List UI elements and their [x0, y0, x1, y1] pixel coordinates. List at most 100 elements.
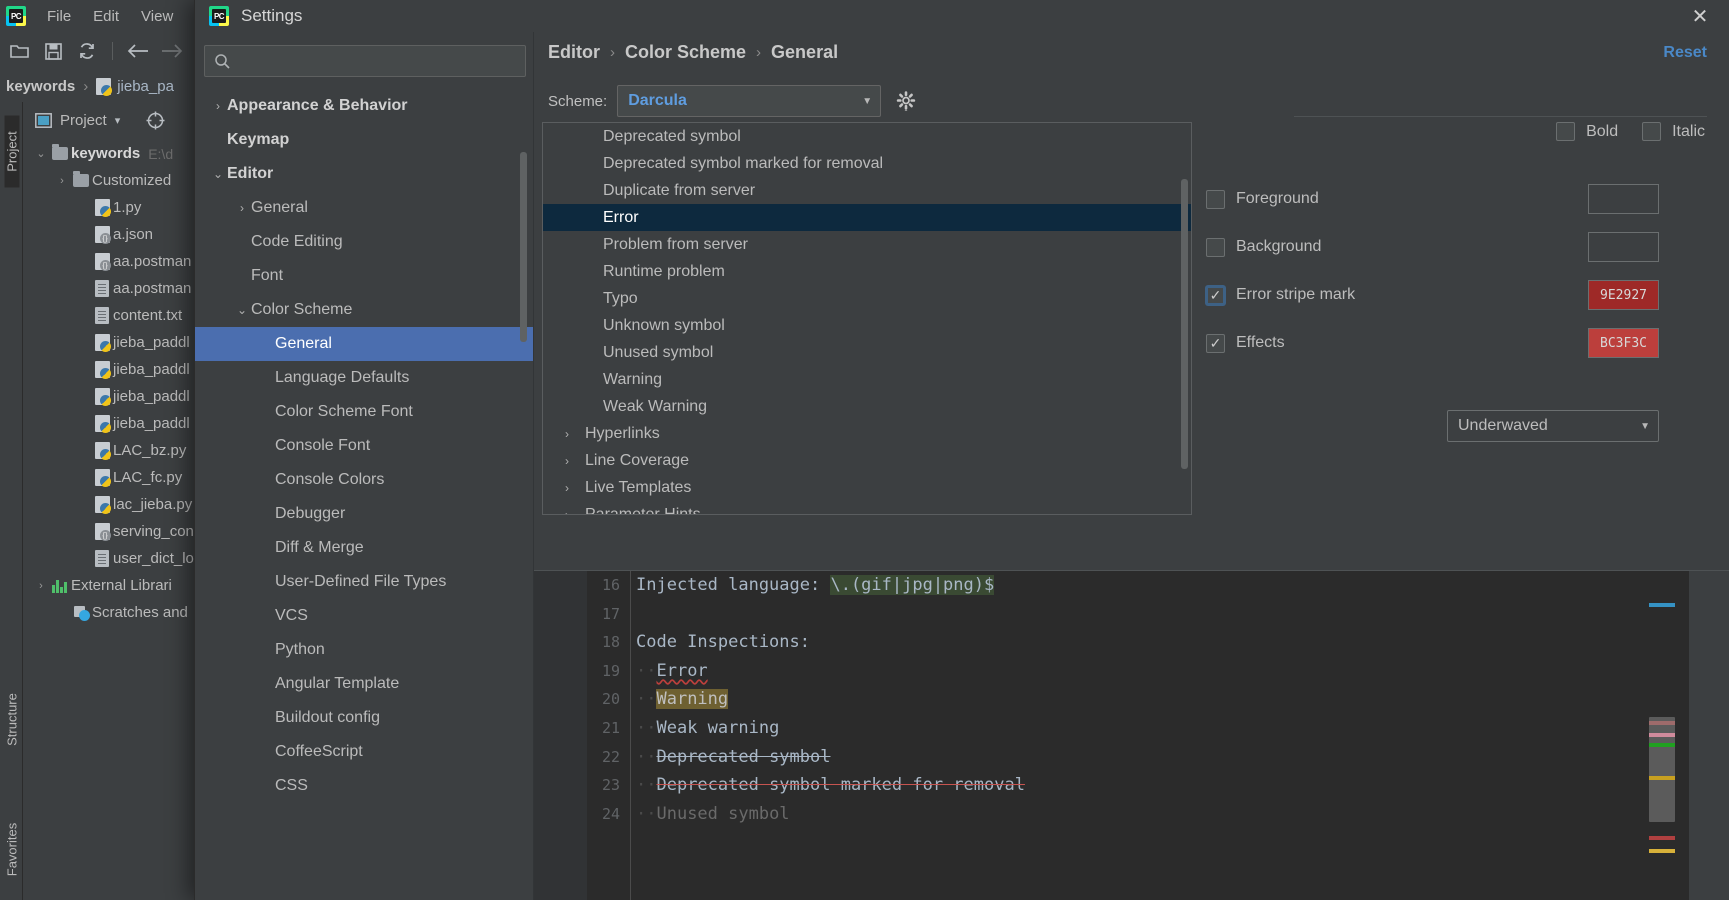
search-field[interactable] — [238, 52, 488, 70]
sidebar-item-language-defaults[interactable]: Language Defaults — [195, 361, 533, 395]
sidebar-item-debugger[interactable]: Debugger — [195, 497, 533, 531]
sidebar-item-general[interactable]: General — [195, 327, 533, 361]
color-attribute-row[interactable]: › Parameter Hints — [543, 501, 1191, 515]
color-attribute-row[interactable]: Duplicate from server — [543, 177, 1191, 204]
sidebar-item-coffeescript[interactable]: CoffeeScript — [195, 735, 533, 769]
color-attribute-row[interactable]: Weak Warning — [543, 393, 1191, 420]
back-arrow-icon[interactable] — [123, 37, 153, 65]
tree-expand-arrow[interactable]: ⌄ — [233, 303, 251, 317]
breadcrumb-color-scheme[interactable]: Color Scheme — [625, 42, 746, 63]
project-panel-title[interactable]: Project — [60, 112, 107, 129]
sidebar-item-code-editing[interactable]: Code Editing — [195, 225, 533, 259]
color-attributes-list[interactable]: Deprecated symbol Deprecated symbol marke… — [542, 122, 1192, 515]
breadcrumb-editor[interactable]: Editor — [548, 42, 600, 63]
preview-marker[interactable] — [1649, 733, 1675, 737]
error-stripe-mark-checkbox[interactable]: ✓ — [1206, 285, 1225, 305]
effects-type-dropdown[interactable]: Underwaved ▼ — [1447, 410, 1659, 442]
menu-view[interactable]: View — [130, 4, 184, 29]
foreground-checkbox[interactable] — [1206, 189, 1225, 209]
color-attribute-row[interactable]: Unknown symbol — [543, 312, 1191, 339]
background-color-swatch[interactable] — [1588, 232, 1659, 262]
sidebar-item-css[interactable]: CSS — [195, 769, 533, 803]
sidebar-item-diff-merge[interactable]: Diff & Merge — [195, 531, 533, 565]
color-attribute-row[interactable]: › Hyperlinks — [543, 420, 1191, 447]
sidebar-item-console-colors[interactable]: Console Colors — [195, 463, 533, 497]
preview-marker[interactable] — [1649, 743, 1675, 747]
color-attribute-row[interactable]: › Line Coverage — [543, 447, 1191, 474]
sidebar-item-color-scheme-font[interactable]: Color Scheme Font — [195, 395, 533, 429]
color-attribute-row[interactable]: Problem from server — [543, 231, 1191, 258]
preview-marker-scrollbar[interactable] — [1643, 571, 1689, 900]
tree-expand-arrow[interactable]: › — [557, 508, 577, 515]
preview-code[interactable]: Injected language: \.(gif|jpg|png)$ Code… — [632, 571, 1729, 900]
preview-marker[interactable] — [1649, 721, 1675, 725]
tool-window-structure[interactable]: Structure — [5, 684, 20, 756]
sidebar-item-angular-template[interactable]: Angular Template — [195, 667, 533, 701]
attributes-scrollbar[interactable] — [1181, 179, 1188, 469]
preview-marker[interactable] — [1649, 603, 1675, 607]
tool-window-favorites[interactable]: Favorites — [5, 814, 20, 886]
breadcrumb-item-keywords[interactable]: keywords — [6, 78, 75, 95]
tree-expand-arrow[interactable]: ⌄ — [33, 147, 49, 160]
sidebar-item-font[interactable]: Font — [195, 259, 533, 293]
preview-marker[interactable] — [1649, 776, 1675, 780]
error-stripe-mark-color-swatch[interactable]: 9E2927 — [1588, 280, 1659, 310]
tool-window-project[interactable]: Project — [4, 115, 20, 188]
tree-expand-arrow[interactable]: › — [54, 175, 70, 187]
tree-expand-arrow[interactable]: › — [233, 201, 251, 215]
search-input[interactable] — [204, 45, 526, 77]
background-checkbox[interactable] — [1206, 237, 1225, 257]
color-attribute-row[interactable]: Error — [543, 204, 1191, 231]
tree-expand-arrow[interactable]: › — [557, 481, 577, 495]
tree-expand-arrow[interactable]: ⌄ — [209, 167, 227, 181]
sidebar-item-editor[interactable]: ⌄ Editor — [195, 157, 533, 191]
gear-icon[interactable] — [891, 86, 921, 116]
dialog-body: › Appearance & Behavior Keymap ⌄ Editor › Gene… — [195, 32, 1729, 900]
color-attribute-row[interactable]: Runtime problem — [543, 258, 1191, 285]
effects-color-swatch[interactable]: BC3F3C — [1588, 328, 1659, 358]
sidebar-item-general[interactable]: › General — [195, 191, 533, 225]
chevron-down-icon[interactable]: ▾ — [115, 114, 121, 127]
sidebar-item-console-font[interactable]: Console Font — [195, 429, 533, 463]
python-file-icon — [91, 361, 113, 379]
color-attribute-row[interactable]: › Live Templates — [543, 474, 1191, 501]
close-icon[interactable]: ✕ — [1671, 0, 1729, 32]
sidebar-item-python[interactable]: Python — [195, 633, 533, 667]
foreground-color-swatch[interactable] — [1588, 184, 1659, 214]
sidebar-item-buildout-config[interactable]: Buildout config — [195, 701, 533, 735]
breadcrumb-sep-1: › — [610, 44, 615, 61]
bold-checkbox[interactable]: \u2713 — [1556, 122, 1576, 141]
save-icon[interactable] — [38, 37, 68, 65]
open-folder-icon[interactable] — [4, 37, 34, 65]
menu-edit[interactable]: Edit — [82, 4, 130, 29]
sidebar-item-color-scheme[interactable]: ⌄ Color Scheme — [195, 293, 533, 327]
color-attribute-row[interactable]: Warning — [543, 366, 1191, 393]
menu-file[interactable]: File — [36, 4, 82, 29]
settings-tree-scrollbar[interactable] — [520, 152, 527, 342]
tree-expand-arrow[interactable]: › — [557, 427, 577, 441]
text-file-icon — [91, 550, 113, 567]
preview-marker[interactable] — [1649, 836, 1675, 840]
preview-marker[interactable] — [1649, 849, 1675, 853]
breadcrumb-item-file[interactable]: jieba_pa — [117, 78, 174, 95]
effects-checkbox[interactable]: ✓ — [1206, 333, 1225, 353]
sidebar-item-appearance-behavior[interactable]: › Appearance & Behavior — [195, 89, 533, 123]
forward-arrow-icon[interactable] — [157, 37, 187, 65]
color-attribute-row[interactable]: Unused symbol — [543, 339, 1191, 366]
sidebar-item-user-defined-file-types[interactable]: User-Defined File Types — [195, 565, 533, 599]
color-attribute-row[interactable]: Deprecated symbol marked for removal — [543, 150, 1191, 177]
sidebar-item-keymap[interactable]: Keymap — [195, 123, 533, 157]
crosshair-icon[interactable] — [146, 111, 165, 130]
sync-icon[interactable] — [72, 37, 102, 65]
tree-expand-arrow[interactable]: › — [209, 99, 227, 113]
line-number: 24 — [601, 804, 620, 823]
sidebar-item-vcs[interactable]: VCS — [195, 599, 533, 633]
tree-expand-arrow[interactable]: › — [33, 580, 49, 592]
tree-expand-arrow[interactable]: › — [557, 454, 577, 468]
settings-tree[interactable]: › Appearance & Behavior Keymap ⌄ Editor › Gene… — [195, 89, 533, 900]
reset-button[interactable]: Reset — [1663, 44, 1707, 62]
italic-checkbox[interactable]: \u2713 — [1642, 122, 1662, 141]
color-attribute-row[interactable]: Typo — [543, 285, 1191, 312]
color-attribute-row[interactable]: Deprecated symbol — [543, 123, 1191, 150]
scheme-dropdown[interactable]: Darcula ▼ — [617, 85, 882, 117]
